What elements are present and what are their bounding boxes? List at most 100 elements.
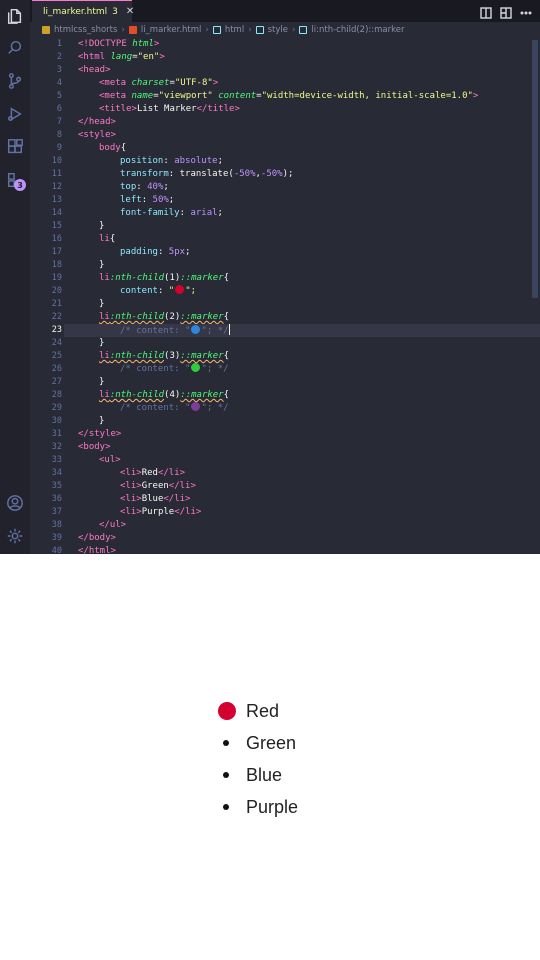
- code-line: }: [99, 338, 105, 348]
- open-preview-icon[interactable]: [480, 4, 492, 19]
- search-icon[interactable]: [5, 38, 25, 58]
- line-number: 40: [51, 546, 62, 554]
- account-icon[interactable]: [5, 493, 25, 513]
- explorer-icon[interactable]: [5, 6, 25, 26]
- breadcrumb-item[interactable]: style: [268, 25, 288, 35]
- line-number: 15: [51, 221, 62, 231]
- code-line: top: 40%;: [120, 182, 169, 192]
- tab-close-icon[interactable]: ✕: [126, 6, 134, 17]
- code-line: </head>: [78, 117, 116, 127]
- code-area[interactable]: <!DOCTYPE html> <html lang="en"> <head> …: [64, 38, 540, 554]
- breadcrumb-item[interactable]: html: [225, 25, 244, 35]
- settings-gear-icon[interactable]: [5, 526, 25, 546]
- line-number: 39: [51, 533, 62, 543]
- line-number: 4: [56, 78, 62, 88]
- html-file-icon: [128, 26, 137, 34]
- red-circle-emoji-icon: [175, 285, 185, 294]
- line-number: 24: [51, 338, 62, 348]
- code-line: left: 50%;: [120, 195, 175, 205]
- code-line: </style>: [78, 429, 122, 439]
- code-line: <ul>: [99, 455, 121, 465]
- line-number: 19: [51, 273, 62, 283]
- code-line: li:nth-child(3)::marker{: [99, 351, 230, 361]
- line-number: 38: [51, 520, 62, 530]
- breadcrumb: htmlcss_shorts › li_marker.html › html ›…: [30, 22, 540, 38]
- line-number: 33: [51, 455, 62, 465]
- line-number: 28: [51, 390, 62, 400]
- tab-bar: li_marker.html 3 ✕: [30, 0, 540, 22]
- line-number: 36: [51, 494, 62, 504]
- code-line: font-family: arial;: [120, 208, 223, 218]
- line-number: 5: [56, 91, 62, 101]
- code-line: <!DOCTYPE html>: [78, 39, 160, 49]
- line-number: 30: [51, 416, 62, 426]
- code-line: <li>Red</li>: [120, 468, 186, 478]
- purple-circle-emoji-icon: [191, 402, 201, 411]
- list-item-text: Red: [246, 700, 280, 721]
- chevron-right-icon: ›: [121, 25, 125, 35]
- chevron-right-icon: ›: [248, 25, 252, 35]
- code-line: }: [99, 299, 105, 309]
- code-line: <li>Purple</li>: [120, 507, 202, 517]
- breadcrumb-item[interactable]: li:nth-child(2)::marker: [311, 25, 404, 35]
- line-number: 3: [56, 65, 62, 75]
- code-line: transform: translate(-50%,-50%);: [120, 169, 294, 179]
- list-item: Blue: [218, 759, 298, 791]
- code-line: }: [99, 377, 105, 387]
- code-line-current: /* content: " "; */: [64, 324, 540, 337]
- code-line: li{: [99, 234, 116, 244]
- line-number: 2: [56, 52, 62, 62]
- code-line: <meta name="viewport" content="width=dev…: [99, 91, 479, 101]
- source-control-icon[interactable]: [5, 71, 25, 91]
- code-line: </body>: [78, 533, 116, 543]
- more-actions-icon[interactable]: [520, 4, 532, 16]
- folder-icon: [42, 26, 50, 34]
- run-debug-icon[interactable]: [5, 104, 25, 124]
- code-line: li:nth-child(2)::marker{: [99, 312, 230, 322]
- code-line: }: [99, 260, 105, 270]
- line-number: 31: [51, 429, 62, 439]
- activity-bar: 3: [0, 0, 30, 554]
- tab-problem-count: 3: [112, 6, 118, 17]
- code-line: </html>: [78, 546, 116, 554]
- line-number: 23: [51, 325, 62, 335]
- list-item: Red: [218, 695, 298, 727]
- red-circle-marker-icon: [218, 702, 236, 720]
- line-number: 34: [51, 468, 62, 478]
- breadcrumb-item[interactable]: li_marker.html: [141, 25, 202, 35]
- split-editor-icon[interactable]: [500, 4, 512, 19]
- line-number: 1: [56, 39, 62, 49]
- element-icon: [212, 26, 221, 34]
- extensions-icon[interactable]: [5, 137, 25, 157]
- line-number: 7: [56, 117, 62, 127]
- list-item-text: Purple: [246, 796, 299, 817]
- code-editor: 3 li_marker.html 3 ✕ htmlcss_shorts › li…: [0, 0, 540, 554]
- tab-li-marker[interactable]: li_marker.html 3 ✕: [32, 0, 134, 22]
- code-line: <style>: [78, 130, 116, 140]
- line-number: 13: [51, 195, 62, 205]
- list-item: Purple: [218, 791, 298, 823]
- line-number: 14: [51, 208, 62, 218]
- selector-icon: [299, 26, 308, 34]
- line-number: 8: [56, 130, 62, 140]
- code-line: }: [99, 416, 105, 426]
- line-number: 16: [51, 234, 62, 244]
- bullet-dot-icon: [223, 740, 229, 746]
- list-item: Green: [218, 727, 298, 759]
- code-line: <html lang="en">: [78, 52, 165, 62]
- line-number: 18: [51, 260, 62, 270]
- code-line: padding: 5px;: [120, 247, 191, 257]
- breadcrumb-item[interactable]: htmlcss_shorts: [54, 25, 117, 35]
- code-line: position: absolute;: [120, 156, 223, 166]
- code-line: /* content: " "; */: [120, 363, 229, 374]
- vertical-scrollbar[interactable]: [532, 40, 538, 298]
- line-number: 22: [51, 312, 62, 322]
- line-number: 29: [51, 403, 62, 413]
- chevron-right-icon: ›: [205, 25, 209, 35]
- line-number: 10: [51, 156, 62, 166]
- line-number: 21: [51, 299, 62, 309]
- green-circle-emoji-icon: [191, 363, 201, 372]
- code-line: }: [99, 221, 105, 231]
- code-line: <li>Green</li>: [120, 481, 196, 491]
- chevron-right-icon: ›: [292, 25, 296, 35]
